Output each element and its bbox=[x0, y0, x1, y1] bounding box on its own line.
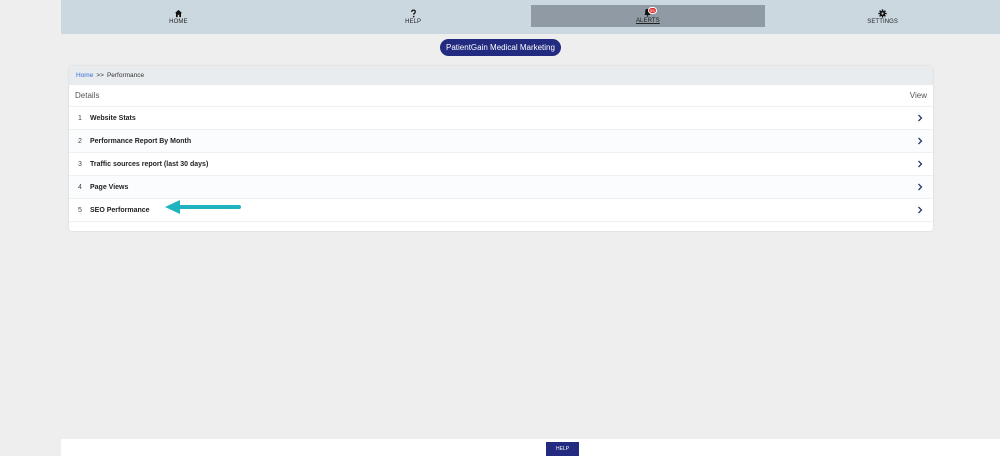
question-icon bbox=[410, 9, 416, 18]
alerts-badge: 55 bbox=[647, 7, 657, 14]
row-title[interactable]: Performance Report By Month bbox=[90, 138, 917, 145]
top-navigation: HOME HELP 55 ALERTS SETTINGS bbox=[61, 0, 1000, 34]
report-row-traffic-sources[interactable]: 3 Traffic sources report (last 30 days) bbox=[69, 153, 933, 176]
footer-help-button[interactable]: HELP bbox=[546, 442, 579, 456]
breadcrumb-home-link[interactable]: Home bbox=[76, 72, 93, 79]
chevron-right-icon[interactable] bbox=[917, 183, 923, 191]
chevron-right-icon[interactable] bbox=[917, 160, 923, 168]
breadcrumb-current: Performance bbox=[106, 72, 145, 79]
row-number: 1 bbox=[78, 114, 82, 122]
report-row-website-stats[interactable]: 1 Website Stats bbox=[69, 107, 933, 130]
row-number: 2 bbox=[78, 137, 82, 145]
breadcrumb-separator: >> bbox=[96, 72, 104, 79]
nav-item-home[interactable]: HOME bbox=[61, 0, 296, 34]
row-title[interactable]: Traffic sources report (last 30 days) bbox=[90, 161, 917, 168]
row-number: 4 bbox=[78, 183, 82, 191]
row-title[interactable]: Website Stats bbox=[90, 115, 917, 122]
nav-label-help: HELP bbox=[405, 19, 422, 25]
chevron-right-icon[interactable] bbox=[917, 206, 923, 214]
header-details: Details bbox=[75, 91, 100, 100]
report-row-page-views[interactable]: 4 Page Views bbox=[69, 176, 933, 199]
home-icon bbox=[174, 9, 182, 18]
gear-icon bbox=[878, 9, 887, 18]
organization-button[interactable]: PatientGain Medical Marketing bbox=[440, 39, 561, 56]
nav-label-settings: SETTINGS bbox=[867, 19, 899, 25]
row-number: 3 bbox=[78, 160, 82, 168]
row-number: 5 bbox=[78, 206, 82, 214]
nav-item-settings[interactable]: SETTINGS bbox=[765, 0, 1000, 34]
footer: HELP bbox=[61, 439, 1000, 456]
nav-item-help[interactable]: HELP bbox=[296, 0, 531, 34]
nav-label-home: HOME bbox=[169, 19, 188, 25]
header-view: View bbox=[909, 91, 927, 100]
nav-item-alerts[interactable]: 55 ALERTS bbox=[530, 5, 766, 27]
report-row-performance-by-month[interactable]: 2 Performance Report By Month bbox=[69, 130, 933, 153]
table-header: Details View bbox=[69, 85, 933, 107]
nav-label-alerts: ALERTS bbox=[635, 18, 660, 24]
breadcrumb: Home >> Performance bbox=[69, 66, 933, 85]
row-title[interactable]: Page Views bbox=[90, 184, 917, 191]
chevron-right-icon[interactable] bbox=[917, 114, 923, 122]
annotation-arrow-icon bbox=[165, 200, 241, 214]
chevron-right-icon[interactable] bbox=[917, 137, 923, 145]
